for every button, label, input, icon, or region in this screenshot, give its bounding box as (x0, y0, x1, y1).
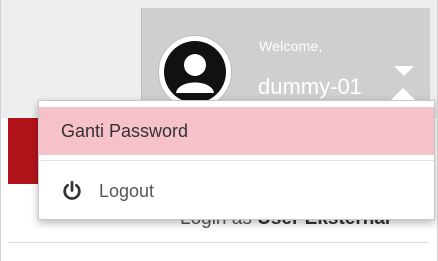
menu-item-logout[interactable]: Logout (39, 167, 434, 215)
caret-down-icon[interactable] (394, 66, 414, 76)
avatar[interactable] (159, 36, 231, 108)
user-dropdown-menu: Ganti Password Logout (38, 100, 435, 220)
menu-pointer (391, 88, 415, 100)
username-label[interactable]: dummy-01 (258, 74, 362, 100)
menu-item-change-password[interactable]: Ganti Password (39, 107, 434, 155)
content-divider (8, 242, 429, 243)
power-icon (63, 180, 81, 200)
menu-item-change-password-label: Ganti Password (61, 121, 189, 141)
welcome-label: Welcome, (259, 38, 323, 54)
user-silhouette-icon (164, 41, 226, 103)
menu-item-logout-label: Logout (99, 180, 155, 201)
menu-divider (39, 160, 434, 161)
